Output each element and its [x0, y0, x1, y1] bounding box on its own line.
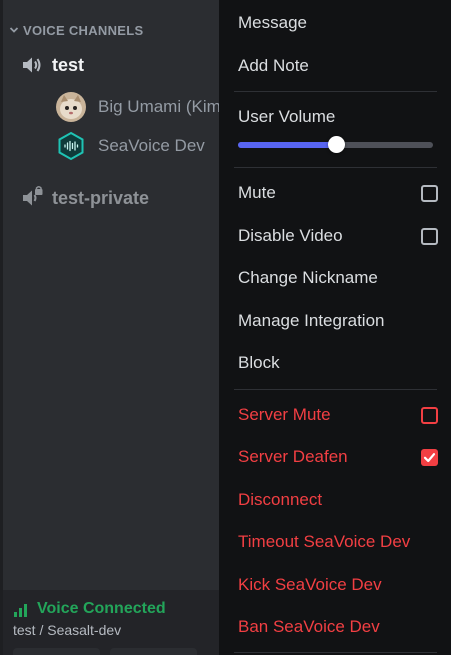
speaker-icon: [23, 57, 41, 73]
voice-user-name: Big Umami (Kim: [98, 97, 221, 116]
menu-label: Timeout SeaVoice Dev: [238, 532, 411, 551]
signal-strength-icon: [14, 604, 27, 617]
menu-item-disable-video[interactable]: Disable Video: [238, 221, 438, 251]
menu-item-server-mute[interactable]: Server Mute: [238, 400, 438, 430]
menu-item-mute[interactable]: Mute: [238, 178, 438, 208]
menu-label: Server Deafen: [238, 447, 348, 466]
cat-photo-avatar: [56, 92, 86, 122]
category-voice-channels[interactable]: VOICE CHANNELS: [8, 21, 144, 39]
disable-video-checkbox[interactable]: [421, 227, 438, 245]
menu-label: User Volume: [238, 107, 336, 126]
channel-name: test-private: [52, 187, 150, 208]
screen-share-button[interactable]: [110, 648, 197, 655]
menu-label: Kick SeaVoice Dev: [238, 575, 382, 594]
menu-item-server-deafen[interactable]: Server Deafen: [238, 442, 438, 472]
menu-label: Manage Integration: [238, 311, 385, 330]
video-button[interactable]: [13, 648, 100, 655]
menu-separator: [234, 389, 437, 390]
menu-label: Ban SeaVoice Dev: [238, 617, 380, 636]
menu-separator: [234, 167, 437, 168]
menu-separator: [234, 652, 437, 653]
channel-name: test: [52, 54, 85, 75]
menu-item-timeout[interactable]: Timeout SeaVoice Dev: [238, 527, 438, 557]
slider-handle[interactable]: [327, 136, 345, 153]
voice-connected-status[interactable]: Voice Connected: [37, 600, 166, 618]
menu-item-add-note[interactable]: Add Note: [238, 51, 438, 81]
menu-label: Change Nickname: [238, 268, 378, 287]
checkmark-icon: [423, 452, 436, 462]
voice-location-link[interactable]: test / Seasalt-dev: [13, 622, 121, 638]
server-deafen-checkbox[interactable]: [421, 448, 438, 466]
menu-item-disconnect[interactable]: Disconnect: [238, 485, 438, 515]
menu-label: Add Note: [238, 56, 309, 75]
user-volume-slider[interactable]: [238, 135, 433, 153]
voice-user-name: SeaVoice Dev: [98, 136, 205, 155]
menu-label: Server Mute: [238, 405, 331, 424]
menu-label: Disable Video: [238, 226, 343, 245]
chevron-down-icon: [9, 27, 19, 33]
voice-connection-panel: Voice Connected test / Seasalt-dev: [3, 590, 222, 655]
menu-item-kick[interactable]: Kick SeaVoice Dev: [238, 570, 438, 600]
menu-item-change-nickname[interactable]: Change Nickname: [238, 263, 438, 293]
voice-channel-test[interactable]: test: [20, 49, 220, 81]
menu-label: Disconnect: [238, 490, 323, 509]
channel-sidebar: VOICE CHANNELS test Big Umami (Kim SeaVo…: [0, 0, 222, 655]
menu-item-manage-integration[interactable]: Manage Integration: [238, 306, 438, 336]
voice-user-big-umami[interactable]: Big Umami (Kim: [56, 90, 222, 124]
menu-item-message[interactable]: Message: [238, 8, 438, 38]
locked-speaker-icon: [23, 186, 43, 206]
sidebar-divider: [0, 0, 3, 655]
hexagon-waveform-avatar: [56, 131, 86, 161]
menu-separator: [234, 91, 437, 92]
user-context-menu: Message Add Note User Volume Mute Disabl…: [219, 0, 451, 655]
server-mute-checkbox[interactable]: [421, 406, 438, 424]
menu-label: Mute: [238, 183, 276, 202]
voice-channel-test-private[interactable]: test-private: [20, 182, 220, 214]
mute-checkbox[interactable]: [421, 184, 438, 202]
menu-item-user-volume: User Volume: [238, 102, 438, 132]
menu-item-block[interactable]: Block: [238, 348, 438, 378]
slider-fill: [238, 142, 336, 148]
category-label: VOICE CHANNELS: [23, 22, 144, 38]
voice-user-seavoice-dev[interactable]: SeaVoice Dev: [56, 129, 222, 163]
menu-label: Block: [238, 353, 280, 372]
menu-item-ban[interactable]: Ban SeaVoice Dev: [238, 612, 438, 642]
menu-label: Message: [238, 13, 307, 32]
